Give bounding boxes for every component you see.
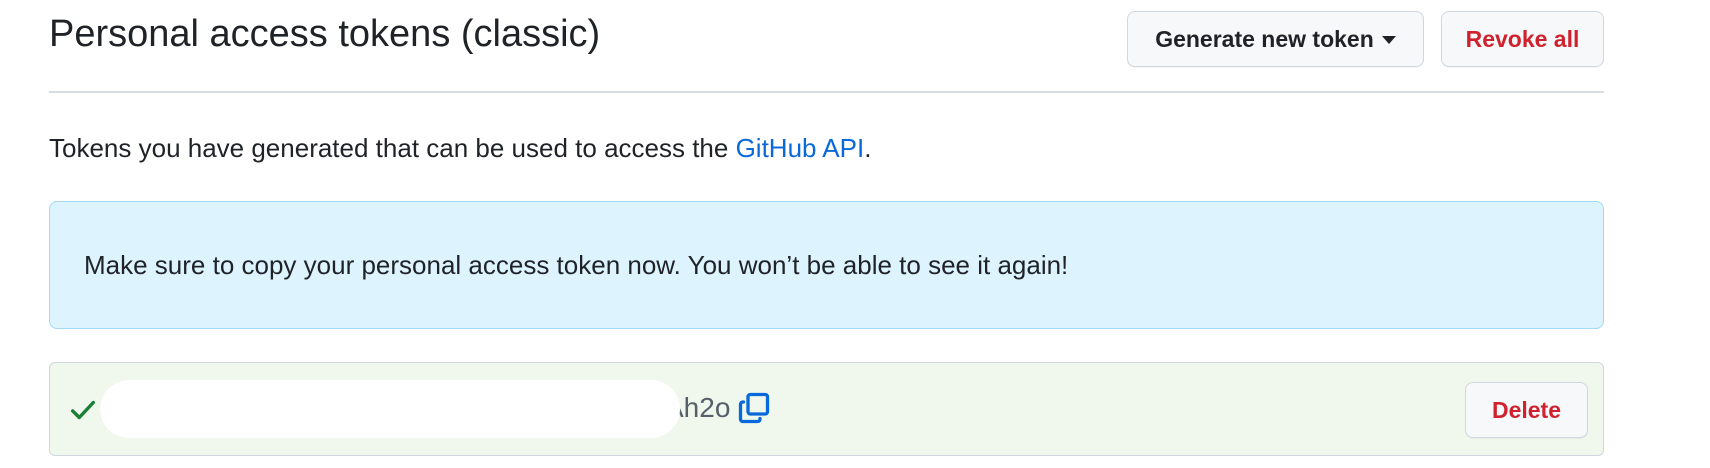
token-redaction (100, 380, 680, 438)
copy-token-notice: Make sure to copy your personal access t… (49, 201, 1604, 329)
header-divider (49, 91, 1604, 93)
page-title: Personal access tokens (classic) (49, 13, 601, 55)
generate-new-token-label: Generate new token (1155, 25, 1374, 52)
new-token-row: Ah2o Delete (49, 362, 1604, 456)
delete-token-button[interactable]: Delete (1465, 382, 1588, 438)
copy-token-notice-text: Make sure to copy your personal access t… (84, 249, 1069, 280)
check-icon (71, 400, 95, 420)
revoke-all-button[interactable]: Revoke all (1441, 11, 1604, 67)
intro-text-before: Tokens you have generated that can be us… (49, 133, 736, 163)
copy-icon[interactable] (736, 390, 772, 426)
generate-new-token-button[interactable]: Generate new token (1127, 11, 1424, 67)
intro-text: Tokens you have generated that can be us… (49, 130, 871, 166)
intro-text-after: . (864, 133, 872, 163)
github-api-link[interactable]: GitHub API (736, 133, 865, 163)
caret-down-icon (1381, 36, 1396, 44)
